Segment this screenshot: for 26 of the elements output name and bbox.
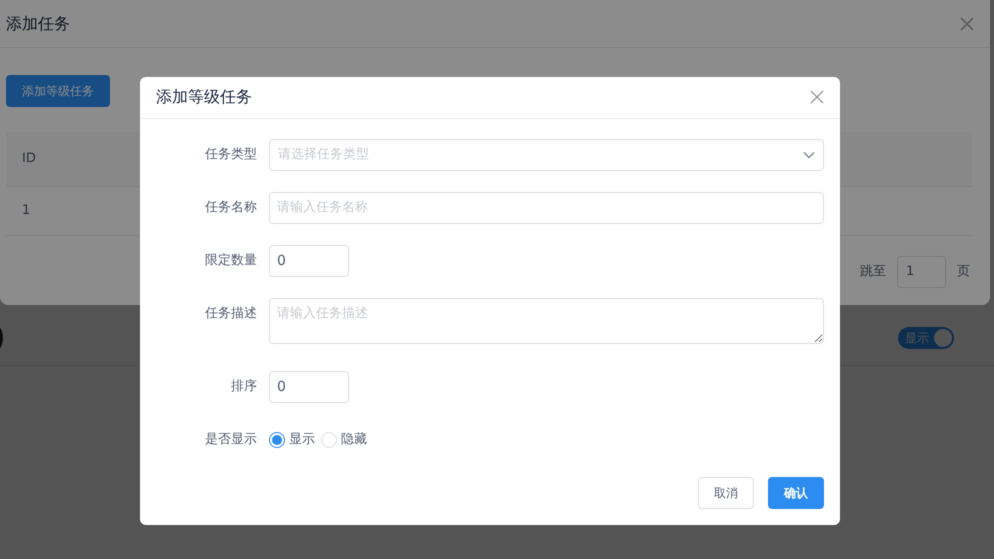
- page-suffix: 页: [957, 263, 970, 282]
- field-label: 排序: [230, 378, 258, 396]
- radio-button[interactable]: [269, 432, 285, 448]
- field-label: 任务类型: [204, 146, 258, 164]
- table-cell-text: 1: [21, 202, 32, 220]
- close-icon[interactable]: [810, 90, 824, 104]
- page-input[interactable]: 1: [897, 256, 946, 288]
- radio-label: 隐藏: [341, 431, 367, 450]
- cancel-button[interactable]: 取消: [698, 477, 754, 509]
- field-label: 任务描述: [204, 304, 258, 322]
- column-header: ID: [21, 150, 37, 168]
- field-label: 限定数量: [204, 252, 258, 270]
- dialog-title: 添加任务: [6, 12, 70, 34]
- close-icon[interactable]: [960, 16, 974, 30]
- field-label: 是否显示: [204, 431, 258, 449]
- text-area[interactable]: 请输入任务描述: [269, 298, 824, 344]
- add-button[interactable]: 添加等级任务: [6, 75, 110, 107]
- number-field[interactable]: 0: [269, 371, 349, 403]
- number-field[interactable]: 0: [269, 244, 349, 276]
- radio-label: 显示: [289, 431, 315, 450]
- confirm-button[interactable]: 确认: [768, 477, 824, 509]
- field-label: 任务名称: [204, 198, 258, 216]
- chevron-down-icon: [803, 150, 815, 158]
- input-field[interactable]: 请输入任务名称: [269, 192, 824, 224]
- dialog-title: 添加等级任务: [156, 86, 252, 108]
- jump-label: 跳至: [860, 263, 886, 282]
